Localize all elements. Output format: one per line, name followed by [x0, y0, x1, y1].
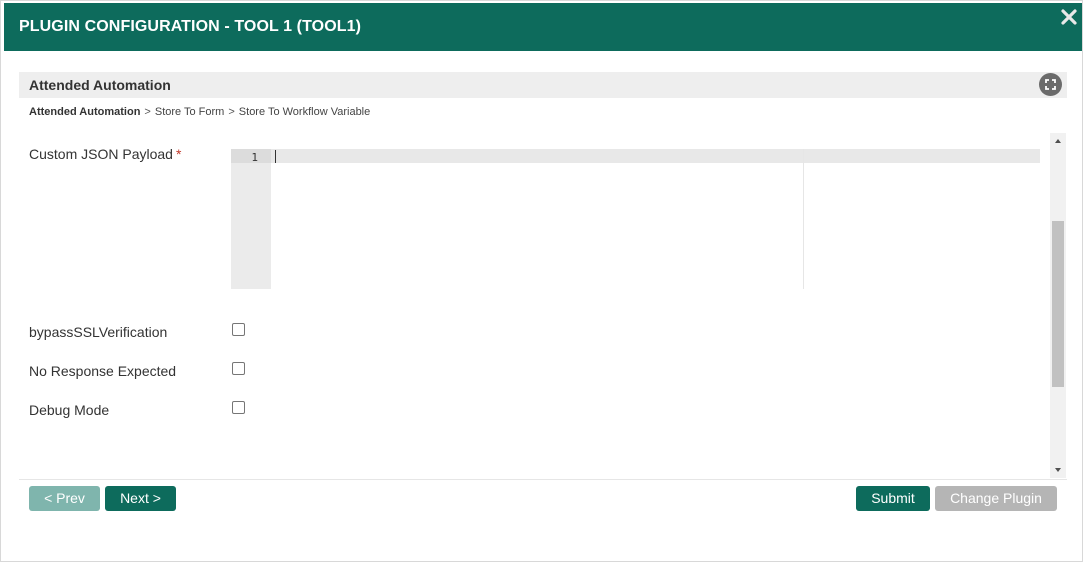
scroll-down-arrow-icon[interactable]: [1050, 462, 1066, 478]
dialog-title: PLUGIN CONFIGURATION - TOOL 1 (TOOL1): [19, 18, 362, 35]
debug-mode-label: Debug Mode: [29, 402, 110, 418]
editor-active-line: [231, 149, 1040, 163]
breadcrumb-item-store-to-form[interactable]: Store To Form: [155, 106, 225, 118]
change-plugin-button[interactable]: Change Plugin: [935, 486, 1057, 511]
plugin-configuration-dialog: PLUGIN CONFIGURATION - TOOL 1 (TOOL1) At…: [0, 0, 1083, 562]
no-response-expected-checkbox[interactable]: [232, 362, 245, 375]
required-marker: *: [175, 146, 182, 162]
editor-caret: [275, 150, 276, 163]
custom-json-payload-label-text: Custom JSON Payload: [29, 146, 173, 162]
expand-icon[interactable]: [1039, 73, 1062, 96]
editor-gutter: 1: [231, 149, 271, 289]
footer-divider: [19, 479, 1067, 480]
breadcrumb-separator: >: [228, 106, 235, 118]
bypass-ssl-verification-label: bypassSSLVerification: [29, 324, 168, 340]
breadcrumb-separator: >: [144, 106, 151, 118]
panel-title: Attended Automation: [29, 77, 171, 93]
form-content: Custom JSON Payload * 1 bypassSSLVerifica…: [19, 133, 1049, 478]
line-number: 1: [251, 151, 258, 164]
submit-button[interactable]: Submit: [856, 486, 930, 511]
custom-json-payload-label: Custom JSON Payload *: [29, 146, 181, 162]
scroll-up-arrow-icon[interactable]: [1050, 133, 1066, 149]
json-payload-editor[interactable]: 1: [231, 149, 1041, 289]
editor-print-margin: [803, 149, 804, 289]
next-button[interactable]: Next >: [105, 486, 176, 511]
breadcrumb-item-store-to-workflow-variable[interactable]: Store To Workflow Variable: [239, 106, 370, 118]
prev-button[interactable]: < Prev: [29, 486, 100, 511]
breadcrumb: Attended Automation > Store To Form > Store …: [29, 106, 370, 118]
content-scrollbar[interactable]: [1050, 133, 1066, 478]
breadcrumb-item-attended-automation: Attended Automation: [29, 106, 141, 118]
dialog-titlebar: PLUGIN CONFIGURATION - TOOL 1 (TOOL1): [4, 3, 1082, 51]
panel-header: Attended Automation: [19, 72, 1067, 98]
close-icon[interactable]: [1059, 7, 1079, 27]
debug-mode-checkbox[interactable]: [232, 401, 245, 414]
no-response-expected-label: No Response Expected: [29, 363, 177, 379]
bypass-ssl-verification-checkbox[interactable]: [232, 323, 245, 336]
scrollbar-thumb[interactable]: [1052, 221, 1064, 387]
